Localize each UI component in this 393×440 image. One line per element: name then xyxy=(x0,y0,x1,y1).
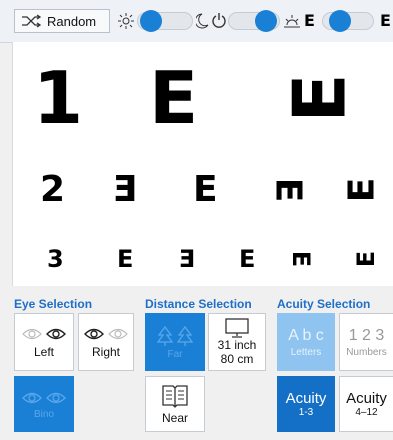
eyes-icon xyxy=(83,325,129,343)
far-label: Far xyxy=(167,348,183,360)
book-icon xyxy=(160,383,190,409)
acuity-label: Acuity xyxy=(346,390,387,407)
letters-label: Letters xyxy=(290,346,322,358)
eye-selection-title: Eye Selection xyxy=(14,297,93,311)
moon-icon xyxy=(196,12,210,30)
optotype-e-icon: E xyxy=(304,11,315,30)
random-button[interactable]: Random xyxy=(14,9,110,33)
acuity-range-low: 1-3 xyxy=(298,407,314,418)
row-2-number: 2 xyxy=(40,169,66,210)
left-eye-label: Left xyxy=(33,345,54,359)
right-eye-button[interactable]: Right xyxy=(78,313,134,371)
letters-button[interactable]: A b c Letters xyxy=(277,313,335,371)
numbers-sample: 1 2 3 xyxy=(348,326,385,344)
acuity-selection-title: Acuity Selection xyxy=(277,297,371,311)
power-toggle[interactable] xyxy=(228,10,280,32)
optotype: E xyxy=(277,73,362,123)
monitor-inches: 31 inch xyxy=(217,338,257,352)
optotype: E xyxy=(113,169,138,210)
distance-selection-title: Distance Selection xyxy=(145,297,252,311)
monitor-icon xyxy=(224,318,250,338)
row-1-number: 1 xyxy=(33,56,84,140)
toolbar: Random E E xyxy=(0,0,393,43)
right-eye-label: Right xyxy=(91,345,120,359)
eyes-icon xyxy=(21,325,67,343)
acuity-range-high: 4–12 xyxy=(355,407,378,418)
trees-icon xyxy=(155,325,195,347)
optotype: E xyxy=(193,169,218,210)
monitor-distance-button[interactable]: 31 inch 80 cm xyxy=(208,313,266,371)
random-label: Random xyxy=(47,13,97,29)
optotype: E xyxy=(341,177,383,203)
acuity-1-3-button[interactable]: Acuity 1-3 xyxy=(277,376,335,432)
optotype: E xyxy=(287,250,316,268)
row-3-number: 3 xyxy=(47,245,64,273)
letters-sample: A b c xyxy=(288,326,324,344)
numbers-button[interactable]: 1 2 3 Numbers xyxy=(339,313,393,371)
near-label: Near xyxy=(161,411,188,425)
eye-chart: 1 E E 2 E E E E 3 E E E E E xyxy=(12,42,393,286)
optotype-toggle[interactable] xyxy=(322,10,374,32)
brightness-toggle[interactable] xyxy=(137,10,193,32)
power-icon[interactable] xyxy=(211,12,227,30)
numbers-label: Numbers xyxy=(346,346,387,358)
monitor-cm: 80 cm xyxy=(220,352,254,366)
acuity-4-12-button[interactable]: Acuity 4–12 xyxy=(339,376,393,432)
sunrise-icon xyxy=(283,12,301,30)
acuity-label: Acuity xyxy=(285,390,327,407)
near-button[interactable]: Near xyxy=(145,376,205,432)
bino-button[interactable]: Bino xyxy=(14,376,74,432)
eyes-icon xyxy=(21,389,67,407)
optotype: E xyxy=(267,177,309,203)
optotype: E xyxy=(179,245,196,273)
optotype-e-icon-2: E xyxy=(380,11,391,30)
sun-icon xyxy=(117,12,135,30)
optotype: E xyxy=(117,245,134,273)
shuffle-icon xyxy=(21,14,43,28)
far-button[interactable]: Far xyxy=(145,313,205,371)
optotype: E xyxy=(352,250,381,268)
optotype: E xyxy=(149,56,199,140)
optotype: E xyxy=(239,245,256,273)
bino-label: Bino xyxy=(33,408,54,420)
left-eye-button[interactable]: Left xyxy=(14,313,74,371)
